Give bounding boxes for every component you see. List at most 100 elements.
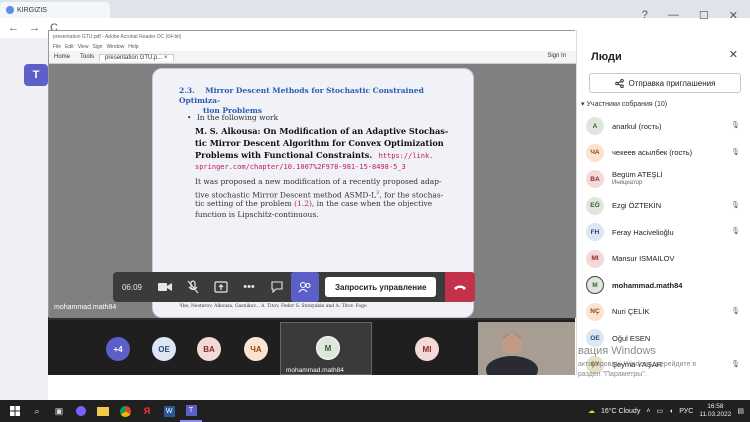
section-heading: 2.3. Mirror Descent Methods for Stochast… [179, 86, 459, 116]
chat-icon [271, 281, 283, 293]
menu-window[interactable]: Window [106, 43, 124, 51]
participant-row[interactable]: Aanarkul (гость) 🎙 [586, 113, 746, 139]
paper-link-2[interactable]: springer.com/chapter/10.1007%2F978-981-1… [195, 162, 465, 172]
weather-icon: ☁ [587, 408, 595, 415]
tab-document[interactable]: presentation GTU.p... × [99, 53, 174, 61]
tab-home[interactable]: Home [49, 54, 75, 60]
paper-title-end: Problems with Functional Constraints. [195, 150, 373, 160]
menu-help[interactable]: Help [128, 43, 138, 51]
weather-text[interactable]: 16°C Cloudy [601, 408, 640, 415]
word-icon[interactable]: W [158, 400, 180, 422]
mic-muted-icon: 🎙 [731, 201, 740, 209]
equation-ref[interactable]: (1.2) [294, 199, 312, 208]
maximize-icon[interactable]: ☐ [699, 9, 709, 22]
participant-name: anarkul (гость) [612, 121, 662, 131]
participant-name-block: anarkul (гость) [612, 122, 662, 131]
mic-muted-icon: 🎙 [731, 228, 740, 235]
bullet-line: • In the following work [187, 113, 457, 123]
notifications-icon[interactable]: ▤ [737, 407, 744, 415]
window-controls: ? — ☐ ✕ [642, 0, 750, 30]
minimize-icon[interactable]: — [668, 9, 679, 21]
menu-sign[interactable]: Sign [92, 43, 102, 51]
tab-tools[interactable]: Tools [75, 54, 99, 60]
participant-row[interactable]: MI Mansur ISMAILOV [586, 246, 746, 272]
more-actions-button[interactable]: ••• [235, 272, 263, 302]
participant-avatar[interactable]: BA [197, 337, 221, 361]
hang-up-icon [454, 285, 466, 290]
windows-icon [10, 406, 20, 416]
file-explorer-icon[interactable] [92, 400, 114, 422]
menu-edit[interactable]: Edit [65, 43, 74, 51]
participant-avatar: A [586, 117, 604, 135]
windows-taskbar: ⌕ ▣ Я W T ☁ 16°C Cloudy ˄ ▭ ◖ РУС 16:58 … [0, 400, 750, 422]
participant-name: Oğul ESEN [612, 333, 651, 343]
request-control-button[interactable]: Запросить управление [325, 277, 437, 297]
sign-in-button[interactable]: Sign In [547, 53, 566, 59]
start-button[interactable] [4, 400, 26, 422]
close-panel-icon[interactable]: ✕ [729, 48, 738, 61]
paper-line-2: tic Mirror Descent Algorithm for Convex … [195, 138, 444, 148]
participant-row[interactable]: Mmohammad.math84 [586, 272, 746, 298]
camera-toggle[interactable] [151, 272, 179, 302]
task-view-icon[interactable]: ▣ [48, 400, 70, 422]
bullet-icon: • [187, 113, 192, 122]
chevron-up-icon[interactable]: ˄ [646, 408, 650, 415]
participant-avatar[interactable]: MI [415, 337, 439, 361]
clock[interactable]: 16:58 11.03.2022 [699, 403, 731, 419]
close-window-icon[interactable]: ✕ [729, 9, 738, 22]
mic-muted-icon: 🎙 [731, 307, 740, 315]
network-icon[interactable]: ▭ [656, 407, 663, 415]
share-link-icon [614, 78, 624, 88]
participant-avatar: EÖ [586, 196, 604, 215]
participant-row[interactable]: BA Begüm ATEŞLİ Инициатор [586, 166, 746, 192]
section-title-1: Mirror Descent Methods for Stochastic Co… [179, 86, 424, 105]
clock-time: 16:58 [707, 403, 724, 410]
participant-name: Begüm ATEŞLİ [612, 170, 663, 179]
mic-toggle[interactable] [179, 272, 207, 302]
participant-row[interactable]: EÖ Ezgi ÖZTEKİN 🎙 [586, 193, 746, 219]
avatar-initials: OE [158, 344, 170, 354]
forward-icon[interactable]: → [29, 22, 40, 34]
participant-row[interactable]: FH Feray Hacivelioğlu 🎙 [586, 219, 746, 245]
overflow-participants-avatar[interactable]: +4 [106, 337, 130, 361]
teams-icon[interactable]: T [24, 64, 48, 86]
sharer-name: mohammad.math84 [54, 304, 117, 311]
participant-name-block: mohammad.math84 [612, 281, 682, 290]
leave-call-button[interactable] [445, 272, 475, 302]
participant-row[interactable]: NÇ Nuri ÇELİK 🎙 [586, 299, 746, 325]
participant-name-block: чекеев асылбек (гость) [612, 148, 692, 157]
participant-name: чекеев асылбек (гость) [612, 148, 693, 157]
yandex-icon[interactable]: Я [136, 400, 158, 422]
send-invite-button[interactable]: Отправка приглашения [589, 73, 741, 93]
chat-button[interactable] [263, 272, 291, 302]
menu-view[interactable]: View [78, 43, 89, 51]
help-icon[interactable]: ? [642, 9, 648, 21]
paper-link-1[interactable]: https://link. [379, 152, 434, 160]
body-line-3b: , in the case when the objective [311, 199, 433, 208]
paper-line-1: M. S. Alkousa: On Modification of an Ada… [195, 126, 449, 136]
menu-file[interactable]: File [53, 43, 61, 51]
paper-line-3: Problems with Functional Constraints. ht… [195, 150, 465, 161]
mic-muted-icon: 🎙 [731, 148, 740, 156]
volume-icon[interactable]: ◖ [669, 408, 673, 415]
participant-row[interactable]: ЧА чекеев асылбек (гость) 🎙 [586, 140, 746, 166]
system-tray: ☁ 16°C Cloudy ˄ ▭ ◖ РУС 16:58 11.03.2022… [588, 400, 750, 422]
share-screen-button[interactable] [207, 272, 235, 302]
participant-avatar[interactable]: ЧА [244, 337, 268, 361]
back-icon[interactable]: ← [8, 22, 19, 34]
teams-taskbar-icon[interactable]: T [180, 400, 202, 422]
self-avatar: M [316, 336, 340, 360]
avatar-initials: BA [203, 344, 215, 354]
participants-section[interactable]: ▾ Участники собрания (10) [581, 100, 667, 108]
language-indicator[interactable]: РУС [679, 408, 693, 415]
participant-video-tile[interactable] [478, 322, 575, 375]
chrome-icon[interactable] [114, 400, 136, 422]
cortana-icon[interactable] [70, 400, 92, 422]
tab-label: KIRGIZIS [17, 6, 47, 14]
browser-tab[interactable]: KIRGIZIS [0, 2, 110, 18]
self-name: mohammad.math84 [286, 367, 344, 374]
participant-avatar[interactable]: OE [152, 337, 176, 361]
search-icon[interactable]: ⌕ [26, 400, 48, 422]
people-button[interactable] [291, 272, 319, 302]
chevron-down-icon: ▾ [581, 101, 585, 108]
